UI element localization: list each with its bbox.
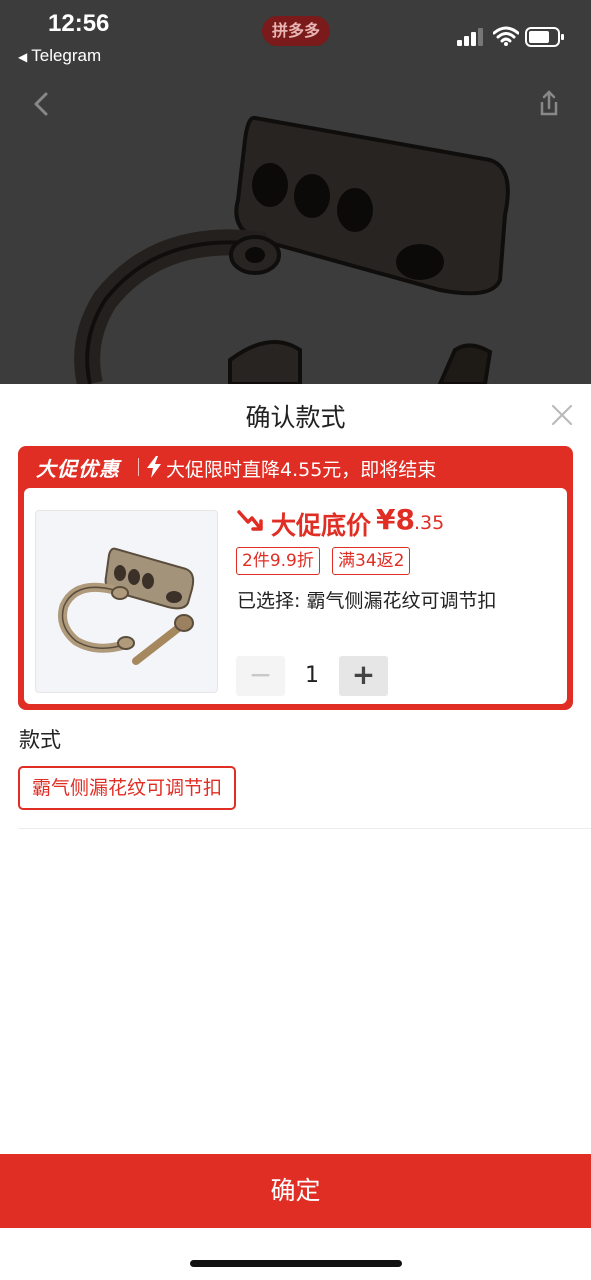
- increase-quantity-button[interactable]: +: [339, 656, 388, 696]
- decrease-quantity-button[interactable]: −: [236, 656, 285, 696]
- product-thumbnail[interactable]: [35, 510, 218, 693]
- section-divider: [18, 828, 591, 829]
- style-section-label: 款式: [19, 728, 61, 752]
- sheet-title: 确认款式: [245, 403, 346, 432]
- promo-divider: [138, 458, 139, 476]
- share-button[interactable]: [525, 80, 573, 128]
- back-to-app-link[interactable]: ◀ Telegram: [18, 46, 101, 66]
- product-summary: 大促底价 ¥8 .35 2件9.9折 满34返2 已选择: 霸气侧漏花纹可调节扣…: [24, 488, 567, 704]
- price-label: 大促底价: [271, 511, 372, 540]
- back-app-label: Telegram: [31, 46, 102, 65]
- promo-message: 大促限时直降4.55元，即将结束: [166, 459, 437, 481]
- confirm-button[interactable]: 确定: [0, 1154, 591, 1228]
- style-option-chip[interactable]: 霸气侧漏花纹可调节扣: [18, 766, 237, 810]
- quantity-value[interactable]: 1: [288, 656, 336, 696]
- status-time: 12:56: [48, 10, 110, 37]
- cellular-signal-icon: [457, 28, 483, 46]
- back-button[interactable]: [18, 80, 66, 128]
- app-badge: 拼多多: [262, 16, 330, 46]
- back-triangle-icon: ◀: [18, 50, 28, 64]
- price-decimal: .35: [414, 512, 445, 534]
- promo-header: 大促优惠 大促限时直降4.55元，即将结束: [18, 446, 573, 486]
- promo-card: 大促优惠 大促限时直降4.55元，即将结束 大促底价 ¥8 .35 2件9.9折…: [18, 446, 573, 710]
- wifi-icon: [493, 26, 519, 46]
- price-down-arrow-icon: [237, 510, 263, 531]
- promo-brand: 大促优惠: [36, 457, 120, 481]
- product-thumbnail-image: [58, 547, 195, 665]
- quantity-stepper: − 1 +: [236, 656, 388, 696]
- style-selection-sheet: 确认款式 大促优惠 大促限时直降4.55元，即将结束 大促底价 ¥8 .35 2…: [0, 384, 591, 1280]
- promo-tag: 2件9.9折: [236, 547, 320, 575]
- status-bar: 12:56 ◀ Telegram 拼多多: [0, 0, 591, 80]
- close-icon[interactable]: [549, 402, 575, 428]
- home-indicator: [190, 1260, 402, 1267]
- promo-tag: 满34返2: [332, 547, 411, 575]
- battery-icon: [525, 27, 564, 47]
- chevron-left-icon: [34, 92, 48, 116]
- price-integer: ¥8: [376, 503, 415, 536]
- selected-option-text: 已选择: 霸气侧漏花纹可调节扣: [237, 590, 497, 612]
- share-icon: [540, 90, 558, 116]
- lightning-icon: [147, 456, 161, 478]
